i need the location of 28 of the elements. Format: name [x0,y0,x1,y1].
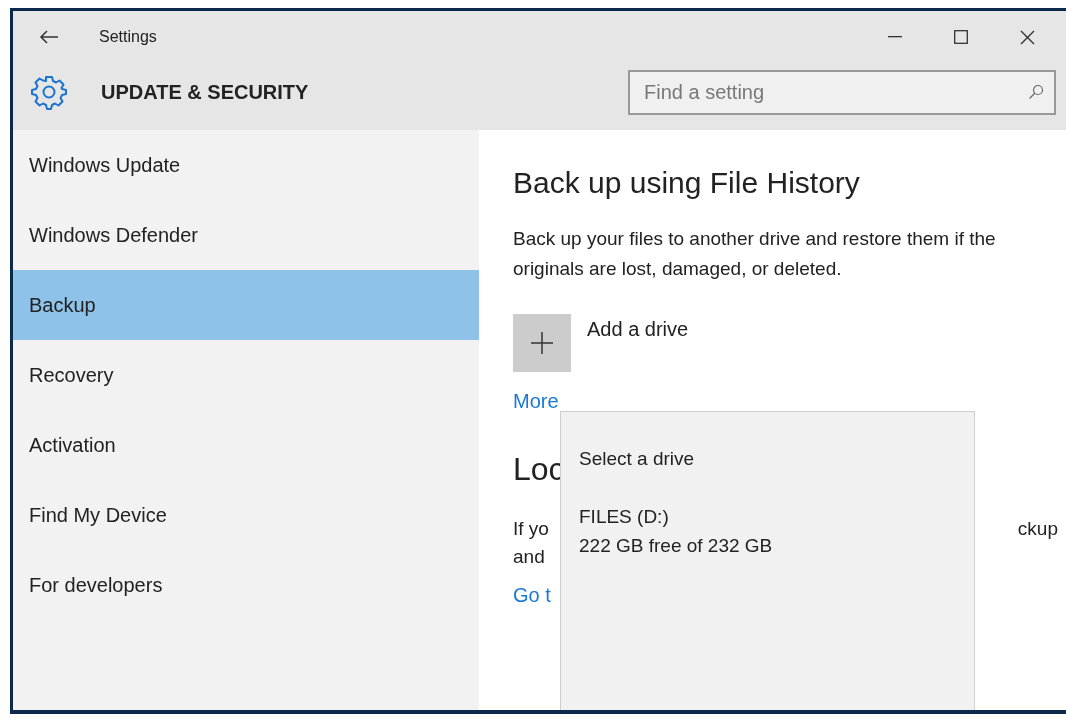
maximize-icon [954,30,968,44]
flyout-title: Select a drive [579,448,695,470]
section-title: Back up using File History [513,166,860,200]
settings-link[interactable]: Go t [513,584,551,607]
gear-icon [31,74,67,110]
sidebar-item[interactable]: Windows Update [13,130,479,200]
sidebar-item[interactable]: Backup [13,270,479,340]
description-text: Back up your files to another drive and restore them if the originals are lost, damaged, or deleted. [513,227,997,281]
window-title: Settings [99,28,158,46]
close-icon [1019,29,1035,45]
minimize-icon [888,36,902,38]
sidebar-item[interactable]: Activation [13,410,479,480]
body-text: If yo [513,518,549,540]
search-icon [1028,83,1044,100]
sidebar-item[interactable]: For developers [13,550,479,620]
search-field[interactable]: Find a setting [628,69,1056,115]
body-text: and [513,546,545,568]
plus-icon [531,332,553,354]
more-link[interactable]: More [513,390,559,413]
sidebar-item[interactable]: Recovery [13,340,479,410]
add-drive-label: Add a drive [587,318,689,342]
add-drive-button[interactable] [513,314,571,372]
sidebar-item[interactable]: Find My Device [13,480,479,550]
page-heading: UPDATE & SECURITY [101,80,310,104]
sidebar-item[interactable]: Windows Defender [13,200,479,270]
body-text: ckup [1017,518,1058,540]
drive-option[interactable]: FILES (D:) 222 GB free of 232 GB [579,502,773,560]
back-arrow-icon [39,30,59,44]
